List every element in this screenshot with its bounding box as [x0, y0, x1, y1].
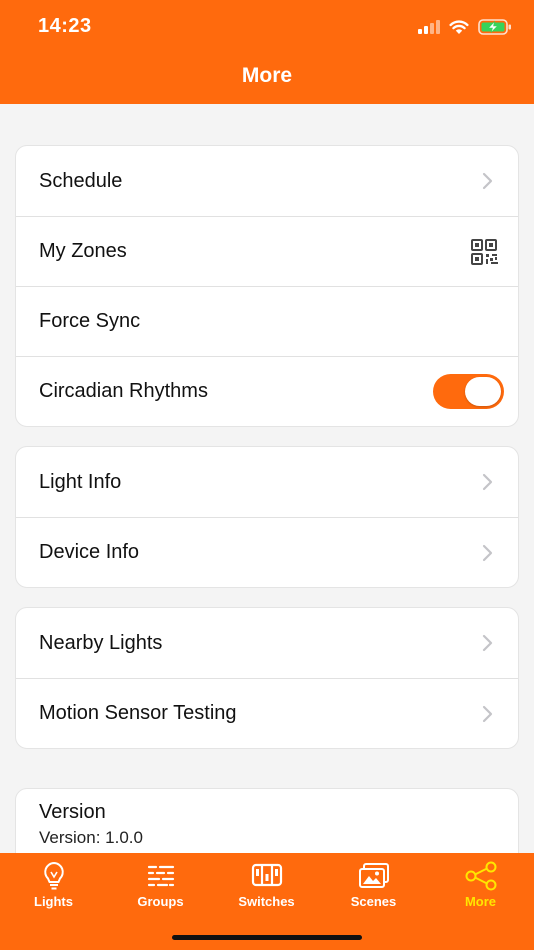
tab-more[interactable]: More	[427, 861, 534, 921]
my-zones-row[interactable]: My Zones	[16, 216, 518, 286]
version-value: Version: 1.0.0	[39, 828, 143, 847]
chevron-right-icon	[480, 704, 494, 724]
tab-switches-label: Switches	[238, 894, 295, 909]
nearby-lights-row[interactable]: Nearby Lights	[16, 608, 518, 678]
switches-icon	[251, 863, 282, 887]
light-info-row[interactable]: Light Info	[16, 447, 518, 517]
circadian-rhythms-toggle[interactable]	[433, 374, 504, 409]
tab-switches[interactable]: Switches	[213, 861, 320, 921]
device-info-row[interactable]: Device Info	[16, 517, 518, 587]
force-sync-row[interactable]: Force Sync	[16, 286, 518, 356]
wifi-icon	[449, 19, 469, 34]
tab-groups[interactable]: Groups	[107, 861, 214, 921]
version-title: Version	[39, 801, 106, 823]
device-info-label: Device Info	[39, 541, 140, 563]
light-info-label: Light Info	[39, 470, 122, 493]
circadian-rhythms-row: Circadian Rhythms	[16, 356, 518, 426]
nearby-lights-label: Nearby Lights	[39, 631, 163, 654]
tab-groups-label: Groups	[137, 894, 184, 909]
chevron-right-icon	[480, 633, 494, 653]
tab-lights-label: Lights	[34, 894, 73, 909]
schedule-label: Schedule	[39, 169, 123, 192]
lightbulb-icon	[43, 862, 64, 890]
page-title: More	[241, 64, 293, 87]
status-time: 14:23	[38, 15, 92, 37]
motion-sensor-testing-row[interactable]: Motion Sensor Testing	[16, 678, 518, 748]
tab-lights[interactable]: Lights	[0, 861, 107, 921]
chevron-right-icon	[480, 171, 494, 191]
motion-sensor-testing-label: Motion Sensor Testing	[39, 702, 237, 724]
tab-more-label: More	[464, 894, 497, 909]
force-sync-label: Force Sync	[39, 310, 141, 332]
groups-icon	[147, 865, 174, 887]
chevron-right-icon	[480, 472, 494, 492]
tab-scenes[interactable]: Scenes	[320, 861, 427, 921]
schedule-row[interactable]: Schedule	[16, 146, 518, 216]
battery-charging-icon	[478, 19, 511, 35]
toggle-knob	[465, 377, 501, 406]
my-zones-label: My Zones	[39, 240, 127, 262]
tab-scenes-label: Scenes	[350, 894, 397, 909]
circadian-rhythms-label: Circadian Rhythms	[39, 380, 208, 402]
cellular-signal-icon	[418, 20, 440, 34]
home-indicator	[172, 935, 362, 940]
settings-group-info: Light Info Device Info	[15, 446, 519, 588]
status-icons	[418, 17, 512, 37]
scenes-icon	[358, 863, 389, 888]
settings-group-sensors: Nearby Lights Motion Sensor Testing	[15, 607, 519, 749]
header: 14:23 More	[0, 0, 534, 104]
settings-group-main: Schedule My Zones Force Sync Circadian R…	[15, 145, 519, 427]
qr-code-icon[interactable]	[471, 238, 499, 265]
share-nodes-icon	[465, 861, 496, 891]
chevron-right-icon	[480, 543, 494, 563]
